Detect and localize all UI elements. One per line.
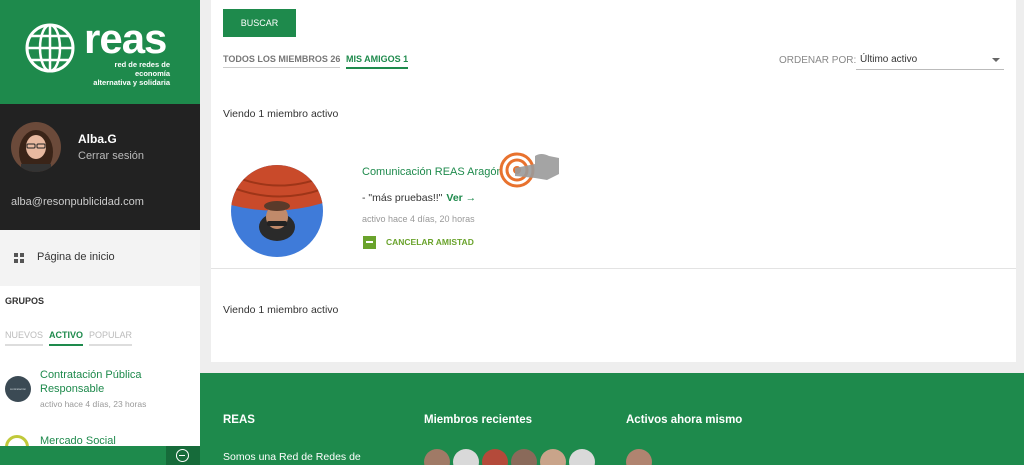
sidebar: reas red de redes de economía alternativ… <box>0 0 200 465</box>
avatar[interactable] <box>511 449 537 465</box>
group-avatar[interactable]: contratación responsable <box>5 376 31 402</box>
groups-heading: GRUPOS <box>5 296 45 306</box>
avatar[interactable] <box>626 449 652 465</box>
tab-my-friends[interactable]: MIS AMIGOS 1 <box>346 54 409 69</box>
site-logo[interactable]: reas red de redes de economía alternativ… <box>0 0 200 104</box>
logo-tagline: red de redes de economía alternativa y s… <box>93 60 170 87</box>
user-name[interactable]: Alba.G <box>78 132 117 146</box>
user-panel: Alba.G Cerrar sesión alba@resonpublicida… <box>0 104 200 230</box>
footer-title-active-now: Activos ahora mismo <box>626 414 743 426</box>
viewing-count: Viendo 1 miembro activo <box>223 304 339 316</box>
grid-icon <box>14 253 24 263</box>
avatar[interactable] <box>482 449 508 465</box>
avatar[interactable] <box>540 449 566 465</box>
hand-pointer-icon <box>499 152 559 188</box>
group-activity: activo hace 4 días, 23 horas <box>40 399 147 409</box>
member-avatar[interactable] <box>231 165 323 257</box>
sidebar-item-home[interactable]: Página de inicio <box>0 230 200 286</box>
viewing-count: Viendo 1 miembro activo <box>223 108 339 120</box>
search-button[interactable]: BUSCAR <box>223 9 296 37</box>
divider <box>211 268 1016 269</box>
groups-tabs: NUEVOS ACTIVO POPULAR <box>5 330 133 346</box>
group-title[interactable]: Contratación Pública Responsable <box>40 368 190 396</box>
order-label: ORDENAR POR: <box>779 55 857 66</box>
collapse-sidebar-button[interactable] <box>166 446 200 465</box>
footer-title-reas: REAS <box>223 414 255 426</box>
site-footer: REAS Somos una Red de Redes de Miembros … <box>200 373 1024 465</box>
tab-new[interactable]: NUEVOS <box>5 330 44 346</box>
tab-active[interactable]: ACTIVO <box>49 330 84 346</box>
member-last-active: activo hace 4 días, 20 horas <box>362 214 475 224</box>
avatar[interactable] <box>11 122 61 172</box>
view-update-link[interactable]: Ver → <box>446 192 476 204</box>
tab-all-members[interactable]: TODOS LOS MIEMBROS 26 <box>223 54 341 68</box>
logo-wordmark: reas <box>84 15 167 62</box>
avatar[interactable] <box>453 449 479 465</box>
members-card: BUSCAR TODOS LOS MIEMBROS 26 MIS AMIGOS … <box>211 0 1016 362</box>
minus-circle-icon <box>176 449 189 462</box>
member-latest-update: - "más pruebas!!" Ver → <box>362 192 477 204</box>
cancel-friendship-button[interactable]: CANCELAR AMISTAD <box>363 235 474 249</box>
chevron-down-icon <box>992 58 1000 62</box>
sidebar-item-label: Página de inicio <box>37 251 115 263</box>
avatar[interactable] <box>424 449 450 465</box>
user-email: alba@resonpublicidad.com <box>11 196 144 208</box>
footer-title-recent-members: Miembros recientes <box>424 414 533 426</box>
footer-about-text: Somos una Red de Redes de <box>223 451 361 463</box>
member-name-link[interactable]: Comunicación REAS Aragón <box>362 166 503 178</box>
avatar[interactable] <box>569 449 595 465</box>
tab-popular[interactable]: POPULAR <box>89 330 133 346</box>
recent-members-list <box>424 449 595 465</box>
globe-icon <box>25 23 75 73</box>
minus-square-icon <box>363 235 376 249</box>
order-select[interactable]: Último activo <box>856 50 1004 70</box>
logout-link[interactable]: Cerrar sesión <box>78 150 144 162</box>
cancel-friendship-label: CANCELAR AMISTAD <box>386 237 474 247</box>
